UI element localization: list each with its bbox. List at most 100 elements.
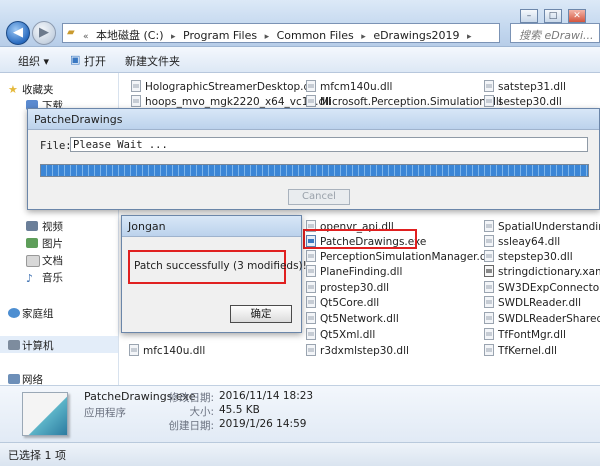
maximize-button[interactable]: □: [544, 9, 562, 23]
computer-icon: [8, 340, 20, 350]
file-icon: [484, 95, 494, 107]
list-item[interactable]: HolographicStreamerDesktop.dll: [131, 80, 316, 95]
list-item[interactable]: prostep30.dll: [306, 281, 389, 296]
chevron-right-icon[interactable]: ▸: [467, 32, 472, 42]
list-item[interactable]: ssleay64.dll: [484, 235, 560, 250]
file-name: stringdictionary.xaml: [498, 266, 600, 278]
file-name: sestep30.dll: [498, 96, 562, 108]
detail-size-label: 大小:: [189, 406, 214, 418]
file-name: SpatialUnderstanding.dll: [498, 221, 600, 233]
list-item[interactable]: TfKernel.dll: [484, 344, 557, 359]
documents-icon: [26, 255, 40, 267]
minimize-button[interactable]: –: [520, 9, 538, 23]
nav-item-music[interactable]: 音乐: [42, 270, 63, 285]
file-name: mfcm140u.dll: [320, 81, 393, 93]
breadcrumb-item[interactable]: eDrawings2019: [373, 29, 459, 42]
file-icon: [131, 80, 141, 92]
window-title: PatcheDrawings: [34, 113, 123, 126]
nav-item-videos[interactable]: 视频: [42, 219, 63, 234]
file-name: TfFontMgr.dll: [498, 329, 566, 341]
cancel-button[interactable]: Cancel: [288, 189, 350, 205]
ok-button[interactable]: 确定: [230, 305, 292, 323]
list-item[interactable]: mfc140u.dll: [129, 344, 205, 359]
pictures-icon: [26, 238, 38, 248]
list-item[interactable]: stepstep30.dll: [484, 250, 573, 265]
file-name: Qt5Core.dll: [320, 297, 380, 309]
dialog-titlebar[interactable]: Jongan: [122, 216, 301, 237]
file-icon: [484, 344, 494, 356]
list-item[interactable]: Qt5Network.dll: [306, 312, 399, 327]
patch-progress-window: PatcheDrawings File: Please Wait ... Can…: [27, 108, 600, 210]
file-thumbnail: [22, 392, 68, 436]
star-icon: ★: [8, 83, 18, 96]
file-label: File:: [40, 140, 72, 152]
chevron-right-icon[interactable]: ▸: [265, 32, 270, 42]
file-icon: [131, 95, 141, 107]
file-icon: [306, 312, 316, 324]
close-button[interactable]: ✕: [568, 9, 586, 23]
file-name: prostep30.dll: [320, 282, 390, 294]
file-icon: [484, 296, 494, 308]
file-icon: [306, 328, 316, 340]
open-button[interactable]: 打开: [84, 53, 106, 69]
list-item[interactable]: stringdictionary.xaml: [484, 265, 600, 280]
xaml-icon: [484, 265, 494, 277]
address-bar[interactable]: ▰ « 本地磁盘 (C:) ▸ Program Files ▸ Common F…: [62, 23, 500, 43]
file-icon: [484, 312, 494, 324]
breadcrumb-item[interactable]: Program Files: [183, 29, 257, 42]
search-input[interactable]: 搜索 eDrawi...: [510, 23, 600, 43]
file-name: r3dxmlstep30.dll: [320, 345, 409, 357]
search-placeholder: 搜索 eDrawi...: [519, 29, 594, 42]
file-icon: [306, 265, 316, 277]
file-icon: [306, 344, 316, 356]
message-dialog: Jongan Patch successfully (3 modifieds)!…: [121, 215, 307, 333]
file-name: Qt5Network.dll: [320, 313, 399, 325]
file-name: SWDLReader.dll: [498, 297, 582, 309]
new-folder-button[interactable]: 新建文件夹: [125, 53, 180, 69]
nav-item-favorites[interactable]: 收藏夹: [22, 82, 54, 97]
detail-modified: 2016/11/14 18:23: [219, 390, 314, 402]
list-item[interactable]: r3dxmlstep30.dll: [306, 344, 409, 359]
breadcrumb-item[interactable]: Common Files: [277, 29, 354, 42]
nav-item-documents[interactable]: 文档: [42, 253, 63, 268]
list-item[interactable]: PerceptionSimulationManager.dll: [306, 250, 492, 265]
list-item[interactable]: Qt5Core.dll: [306, 296, 379, 311]
chevron-right-icon[interactable]: ▸: [171, 32, 176, 42]
list-item[interactable]: SWDLReaderShared.dll: [484, 312, 600, 327]
nav-item-homegroup[interactable]: 家庭组: [22, 306, 54, 321]
file-icon: [484, 328, 494, 340]
file-icon: [484, 281, 494, 293]
detail-created: 2019/1/26 14:59: [219, 418, 307, 430]
list-item[interactable]: PlaneFinding.dll: [306, 265, 402, 280]
detail-created-label: 创建日期:: [168, 420, 214, 432]
organize-menu[interactable]: 组织 ▾: [18, 53, 49, 69]
back-button[interactable]: ◀: [6, 21, 30, 45]
list-item[interactable]: SpatialUnderstanding.dll: [484, 220, 600, 235]
status-text: 已选择 1 项: [8, 449, 66, 462]
forward-button[interactable]: ▶: [32, 21, 56, 45]
file-icon: [306, 250, 316, 262]
progress-window-titlebar[interactable]: PatcheDrawings: [28, 109, 599, 130]
chevron-right-icon[interactable]: ▸: [361, 32, 366, 42]
file-name: HolographicStreamerDesktop.dll: [145, 81, 316, 93]
list-item[interactable]: SW3DExpConnector.dll: [484, 281, 600, 296]
nav-item-pictures[interactable]: 图片: [42, 236, 63, 251]
file-name: mfc140u.dll: [143, 345, 206, 357]
list-item[interactable]: SWDLReader.dll: [484, 296, 581, 311]
open-icon: ▣: [70, 53, 81, 66]
list-item[interactable]: mfcm140u.dll: [306, 80, 392, 95]
nav-item-computer[interactable]: 计算机: [22, 338, 54, 353]
breadcrumb-item[interactable]: 本地磁盘 (C:): [96, 29, 163, 42]
file-icon: [484, 250, 494, 262]
command-toolbar: 组织 ▾ ▣ 打开 新建文件夹: [0, 47, 600, 73]
file-name: Microsoft.Perception.Simulation.dll: [320, 96, 502, 108]
list-item[interactable]: TfFontMgr.dll: [484, 328, 566, 343]
folder-icon: ▰: [67, 27, 75, 38]
file-icon: [129, 344, 139, 356]
list-item[interactable]: satstep31.dll: [484, 80, 566, 95]
list-item[interactable]: Qt5Xml.dll: [306, 328, 375, 343]
file-name: PlaneFinding.dll: [320, 266, 403, 278]
file-icon: [306, 296, 316, 308]
file-name: SWDLReaderShared.dll: [498, 313, 600, 325]
file-name: Qt5Xml.dll: [320, 329, 376, 341]
